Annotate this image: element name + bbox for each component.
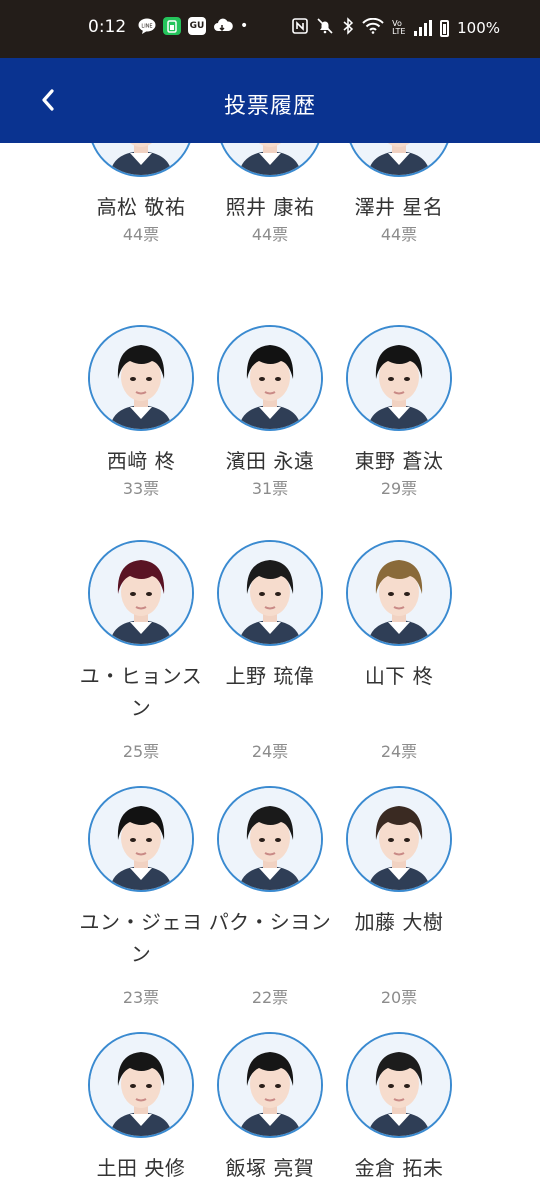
mute-icon (316, 17, 334, 39)
battery-icon (440, 19, 450, 37)
candidate-avatar (346, 786, 452, 892)
candidate-votes: 20票 (380, 988, 418, 1007)
candidate-votes: 31票 (251, 479, 289, 498)
candidate-votes: 22票 (251, 988, 289, 1007)
candidate-avatar (346, 143, 452, 177)
candidate-card[interactable]: 上野 琉偉 24票 (205, 540, 335, 761)
status-time: 0:12 (88, 17, 127, 37)
candidate-card[interactable]: 山下 柊 24票 (334, 540, 464, 761)
candidate-name: 土田 央修 (96, 1156, 186, 1180)
page-title: 投票履歴 (223, 94, 316, 119)
candidate-name: 上野 琉偉 (225, 664, 315, 688)
candidate-avatar (88, 1032, 194, 1138)
candidate-name: 山下 柊 (364, 664, 434, 688)
candidate-avatar (217, 540, 323, 646)
bluetooth-icon (342, 17, 354, 39)
candidate-avatar (346, 1032, 452, 1138)
battery-percent: 100% (457, 19, 500, 37)
wifi-icon (362, 17, 384, 38)
candidate-avatar (88, 325, 194, 431)
candidate-name: 東野 蒼汰 (354, 449, 444, 473)
candidate-card[interactable]: 加藤 大樹 20票 (334, 786, 464, 1007)
candidate-votes: 44票 (380, 225, 418, 244)
candidate-name: パク・シヨン (208, 910, 332, 934)
candidate-votes: 44票 (251, 225, 289, 244)
candidate-card[interactable]: 照井 康祐 44票 (205, 143, 335, 244)
candidate-card[interactable]: 濱田 永遠 31票 (205, 325, 335, 498)
candidate-avatar (346, 325, 452, 431)
candidate-votes: 23票 (122, 988, 160, 1007)
candidate-name: 飯塚 亮賀 (225, 1156, 315, 1180)
candidate-avatar (88, 786, 194, 892)
candidate-name: 濱田 永遠 (225, 449, 315, 473)
candidate-card[interactable]: パク・シヨン 22票 (205, 786, 335, 1007)
status-notification-icons: LINE GU • (138, 17, 248, 35)
candidate-avatar (346, 540, 452, 646)
candidate-card[interactable]: ユ・ヒョンスン 25票 (76, 540, 206, 761)
candidate-avatar (217, 786, 323, 892)
candidate-avatar (217, 1032, 323, 1138)
candidate-votes: 24票 (380, 742, 418, 761)
candidate-votes: 33票 (122, 479, 160, 498)
app-header: 投票履歴 (0, 58, 540, 143)
candidate-name: ユ・ヒョンスン (79, 664, 203, 720)
gu-icon: GU (188, 17, 206, 35)
vote-history-list[interactable]: 高松 敬祐 44票 照井 康祐 44票 澤井 星名 44票西﨑 柊 33票 濱田 永遠 31票 東… (0, 143, 540, 1200)
green-app-icon (163, 17, 181, 35)
status-bar: 0:12 LINE GU • Vo LTE 100% (0, 0, 540, 58)
candidate-votes: 24票 (251, 742, 289, 761)
candidate-avatar (217, 143, 323, 177)
candidate-card[interactable]: 飯塚 亮賀 (205, 1032, 335, 1184)
cloud-icon (213, 18, 233, 34)
candidate-votes: 29票 (380, 479, 418, 498)
candidate-card[interactable]: 高松 敬祐 44票 (76, 143, 206, 244)
candidate-avatar (88, 540, 194, 646)
nfc-icon (292, 18, 308, 38)
volte-icon: Vo LTE (392, 19, 406, 36)
candidate-card[interactable]: 澤井 星名 44票 (334, 143, 464, 244)
candidate-card[interactable]: ユン・ジェヨン 23票 (76, 786, 206, 1007)
candidate-name: 金倉 拓未 (354, 1156, 444, 1180)
candidate-name: 澤井 星名 (354, 195, 444, 219)
dot-icon: • (240, 18, 249, 34)
candidate-name: ユン・ジェヨン (79, 910, 203, 966)
candidate-name: 高松 敬祐 (96, 195, 186, 219)
candidate-name: 西﨑 柊 (106, 449, 176, 473)
candidate-card[interactable]: 東野 蒼汰 29票 (334, 325, 464, 498)
candidate-card[interactable]: 西﨑 柊 33票 (76, 325, 206, 498)
candidate-card[interactable]: 金倉 拓未 (334, 1032, 464, 1184)
signal-icon (414, 20, 433, 36)
candidate-votes: 25票 (122, 742, 160, 761)
status-system-icons: Vo LTE 100% (292, 17, 500, 39)
candidate-name: 照井 康祐 (225, 195, 315, 219)
line-icon: LINE (138, 18, 156, 34)
candidate-avatar (217, 325, 323, 431)
candidate-votes: 44票 (122, 225, 160, 244)
svg-text:LINE: LINE (141, 24, 152, 30)
candidate-card[interactable]: 土田 央修 (76, 1032, 206, 1184)
candidate-avatar (88, 143, 194, 177)
candidate-name: 加藤 大樹 (354, 910, 444, 934)
